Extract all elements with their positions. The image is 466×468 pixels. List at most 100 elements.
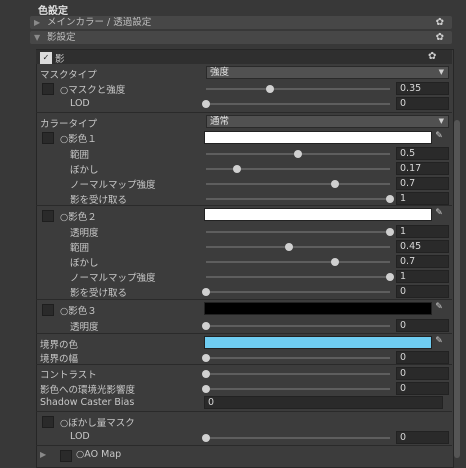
- blur-1-field[interactable]: 0.17: [396, 162, 449, 175]
- shadow-header: [36, 50, 452, 64]
- mask-strength-slider[interactable]: [206, 85, 390, 93]
- eyedropper-icon[interactable]: ✎: [433, 131, 445, 142]
- receive-shadow-1-slider[interactable]: [206, 195, 394, 203]
- ao-map-label: ○AO Map: [76, 449, 122, 460]
- receive-shadow-2-label: 影を受け取る: [70, 288, 128, 299]
- range-1-label: 範囲: [70, 150, 90, 161]
- divider: [36, 364, 452, 365]
- lod-label: LOD: [70, 98, 90, 109]
- blur-mask-label: ○ぼかし量マスク: [60, 418, 135, 429]
- slider-knob[interactable]: [202, 100, 210, 108]
- eyedropper-icon[interactable]: ✎: [433, 336, 445, 347]
- contrast-slider[interactable]: [202, 370, 390, 378]
- slider-knob[interactable]: [386, 195, 394, 203]
- divider: [36, 205, 452, 206]
- main-color-foldout[interactable]: ▶ メインカラー / 透過設定 ✿: [30, 16, 452, 29]
- slider-knob[interactable]: [294, 150, 302, 158]
- foldout-label: メインカラー / 透過設定: [47, 17, 152, 28]
- shadow-color-1-label: ○影色１: [60, 134, 97, 145]
- lod-field[interactable]: 0: [396, 431, 449, 444]
- range-1-slider[interactable]: [206, 150, 390, 158]
- normal-map-1-field[interactable]: 0.7: [396, 177, 449, 190]
- shadow-color-2-checkbox[interactable]: [42, 210, 54, 222]
- shadow-color-2-label: ○影色２: [60, 212, 97, 223]
- dropdown-value: 通常: [210, 116, 230, 127]
- blur-1-label: ぼかし: [70, 165, 99, 176]
- shadow-label: 影: [55, 54, 65, 65]
- mask-type-dropdown[interactable]: 強度 ▼: [206, 66, 449, 79]
- slider-knob[interactable]: [386, 228, 394, 236]
- lod-slider[interactable]: [202, 434, 390, 442]
- range-1-field[interactable]: 0.5: [396, 147, 449, 160]
- mask-type-label: マスクタイプ: [40, 70, 97, 81]
- opacity-2-slider[interactable]: [206, 228, 394, 236]
- border-width-slider[interactable]: [202, 354, 390, 362]
- opacity-2-field[interactable]: 1: [396, 225, 449, 238]
- shadow-color-3-label: ○影色３: [60, 306, 97, 317]
- blur-2-field[interactable]: 0.7: [396, 255, 449, 268]
- border-width-field[interactable]: 0: [396, 351, 449, 364]
- blur-2-slider[interactable]: [206, 258, 390, 266]
- slider-knob[interactable]: [202, 370, 210, 378]
- shadow-color-1-swatch[interactable]: [204, 131, 432, 144]
- gear-icon[interactable]: ✿: [436, 16, 444, 29]
- shadow-color-3-checkbox[interactable]: [42, 304, 54, 316]
- shadow-settings-foldout[interactable]: ▼ 影設定 ✿: [30, 31, 452, 44]
- shadow-color-1-checkbox[interactable]: [42, 132, 54, 144]
- lod-field[interactable]: 0: [396, 97, 449, 110]
- slider-knob[interactable]: [386, 273, 394, 281]
- env-light-field[interactable]: 0: [396, 382, 449, 395]
- gear-icon[interactable]: ✿: [428, 50, 436, 64]
- chevron-right-icon: ▶: [34, 18, 41, 27]
- chevron-right-icon[interactable]: ▶: [40, 449, 46, 460]
- divider: [36, 112, 452, 113]
- slider-knob[interactable]: [202, 434, 210, 442]
- receive-shadow-1-field[interactable]: 1: [396, 192, 449, 205]
- shadow-caster-bias-field[interactable]: 0: [204, 396, 443, 409]
- eyedropper-icon[interactable]: ✎: [433, 302, 445, 313]
- shadow-color-2-swatch[interactable]: [204, 208, 432, 221]
- border-color-swatch[interactable]: [204, 336, 432, 349]
- lod-slider[interactable]: [202, 100, 390, 108]
- opacity-3-label: 透明度: [70, 322, 99, 333]
- divider: [36, 411, 452, 412]
- range-2-slider[interactable]: [206, 243, 390, 251]
- normal-map-2-label: ノーマルマップ強度: [70, 273, 156, 284]
- range-2-label: 範囲: [70, 243, 90, 254]
- eyedropper-icon[interactable]: ✎: [433, 208, 445, 219]
- slider-knob[interactable]: [330, 258, 339, 266]
- opacity-2-label: 透明度: [70, 228, 99, 239]
- opacity-3-slider[interactable]: [202, 322, 390, 330]
- divider: [36, 445, 452, 446]
- slider-knob[interactable]: [330, 180, 339, 188]
- receive-shadow-2-slider[interactable]: [202, 288, 390, 296]
- ao-map-checkbox[interactable]: [60, 450, 72, 462]
- contrast-field[interactable]: 0: [396, 367, 449, 380]
- receive-shadow-1-label: 影を受け取る: [70, 195, 128, 206]
- mask-strength-field[interactable]: 0.35: [396, 82, 449, 95]
- normal-map-2-slider[interactable]: [206, 273, 394, 281]
- shadow-toggle[interactable]: ✓: [40, 52, 52, 64]
- shadow-color-3-swatch[interactable]: [204, 302, 432, 315]
- slider-knob[interactable]: [202, 354, 210, 362]
- normal-map-1-slider[interactable]: [206, 180, 390, 188]
- opacity-3-field[interactable]: 0: [396, 319, 449, 332]
- blur-2-label: ぼかし: [70, 258, 99, 269]
- foldout-label: 影設定: [47, 32, 76, 43]
- mask-strength-checkbox[interactable]: [42, 83, 54, 95]
- slider-knob[interactable]: [202, 288, 210, 296]
- blur-1-slider[interactable]: [206, 165, 390, 173]
- blur-mask-checkbox[interactable]: [42, 416, 54, 428]
- env-light-slider[interactable]: [202, 385, 390, 393]
- normal-map-2-field[interactable]: 1: [396, 270, 449, 283]
- slider-knob[interactable]: [202, 385, 210, 393]
- color-type-dropdown[interactable]: 通常 ▼: [206, 115, 449, 128]
- chevron-down-icon: ▼: [34, 33, 41, 42]
- slider-knob[interactable]: [202, 322, 210, 330]
- range-2-field[interactable]: 0.45: [396, 240, 449, 253]
- gear-icon[interactable]: ✿: [436, 31, 444, 44]
- divider: [36, 333, 452, 334]
- slider-knob[interactable]: [284, 243, 293, 251]
- scrollbar-thumb[interactable]: [454, 120, 460, 458]
- receive-shadow-2-field[interactable]: 0: [396, 285, 449, 298]
